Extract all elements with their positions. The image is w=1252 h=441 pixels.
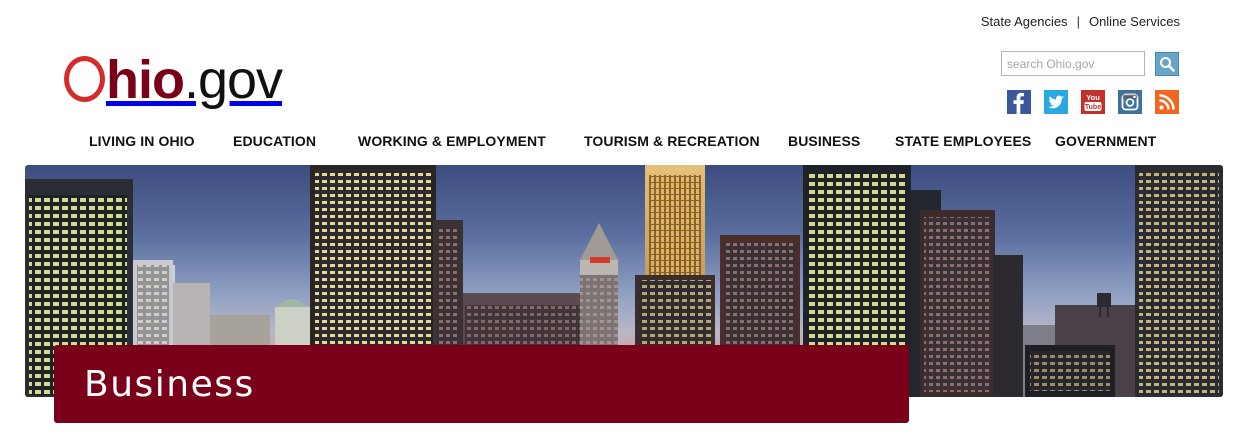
page-title-banner: Business (54, 345, 909, 423)
main-nav: LIVING IN OHIO EDUCATION WORKING & EMPLO… (0, 133, 1252, 151)
svg-text:Tube: Tube (1085, 104, 1101, 111)
logo-hio-text: hio (106, 50, 185, 110)
instagram-icon[interactable] (1118, 90, 1142, 114)
utility-links: State Agencies | Online Services (981, 14, 1180, 29)
nav-education[interactable]: EDUCATION (233, 133, 316, 149)
nav-business[interactable]: BUSINESS (788, 133, 860, 149)
svg-text:You: You (1086, 93, 1100, 102)
social-icons: You Tube (1007, 90, 1179, 114)
nav-government[interactable]: GOVERNMENT (1055, 133, 1156, 149)
ohio-gov-logo[interactable]: hio .gov (64, 50, 283, 122)
nav-living-in-ohio[interactable]: LIVING IN OHIO (89, 133, 195, 149)
search-icon (1160, 56, 1175, 72)
search-bar (1001, 51, 1179, 76)
online-services-link[interactable]: Online Services (1089, 14, 1180, 29)
youtube-icon[interactable]: You Tube (1081, 90, 1105, 114)
search-button[interactable] (1155, 51, 1179, 76)
twitter-icon[interactable] (1044, 90, 1068, 114)
logo-gov-text: .gov (183, 50, 283, 110)
facebook-icon[interactable] (1007, 90, 1031, 114)
rss-icon[interactable] (1155, 90, 1179, 114)
nav-tourism-recreation[interactable]: TOURISM & RECREATION (584, 133, 760, 149)
link-separator: | (1076, 14, 1080, 29)
page-title: Business (84, 363, 255, 405)
state-agencies-link[interactable]: State Agencies (981, 14, 1068, 29)
nav-working-employment[interactable]: WORKING & EMPLOYMENT (358, 133, 546, 149)
nav-state-employees[interactable]: STATE EMPLOYEES (895, 133, 1031, 149)
logo-o-ring (64, 56, 105, 102)
search-input[interactable] (1001, 51, 1145, 76)
